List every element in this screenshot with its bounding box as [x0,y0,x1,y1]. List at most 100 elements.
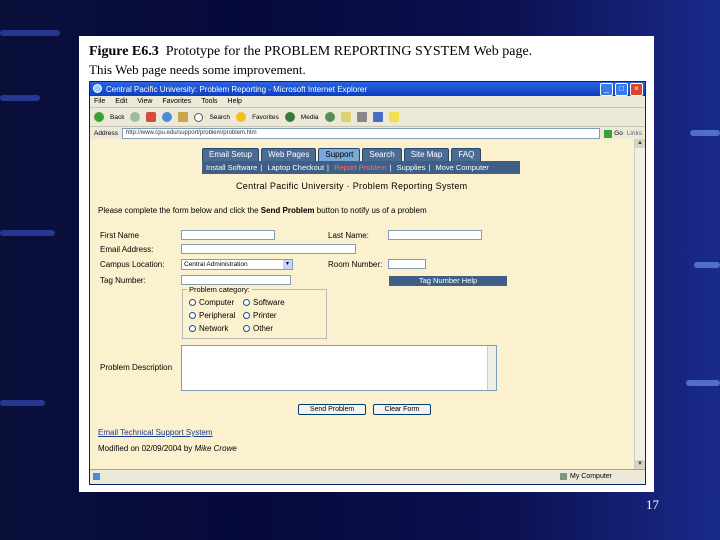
send-problem-button[interactable]: Send Problem [298,404,366,415]
address-input[interactable]: http://www.cpu.edu/support/problem/probl… [121,128,601,139]
problem-description-field[interactable] [181,345,497,391]
subnav-report-problem[interactable]: Report Problem [334,163,387,172]
window-controls: _ □ × [600,83,643,96]
menu-tools[interactable]: Tools [201,98,217,105]
page-status-icon [93,473,100,480]
close-button[interactable]: × [630,83,643,96]
site-subnav: Install Software | Laptop Checkout | Repor… [202,161,520,174]
site-nav-tabs: Email Setup Web Pages Support Search Sit… [202,148,483,161]
media-label[interactable]: Media [301,114,319,121]
home-icon[interactable] [178,112,189,122]
radio-label: Software [253,298,285,307]
radio-computer[interactable]: Computer [189,298,234,307]
page-scrollbar[interactable]: ▲ ▼ [634,139,645,469]
messenger-icon[interactable] [388,112,399,122]
scroll-down-icon[interactable]: ▼ [635,460,645,469]
last-name-field[interactable] [388,230,482,240]
back-label[interactable]: Back [110,114,124,121]
room-label: Room Number: [328,260,383,269]
tab-support[interactable]: Support [318,148,361,161]
address-label: Address [94,130,118,137]
room-field[interactable] [388,259,426,269]
menu-edit[interactable]: Edit [115,98,127,105]
radio-software[interactable]: Software [243,298,285,307]
history-icon[interactable] [324,112,335,122]
modified-author: Mike Crowe [194,444,237,453]
go-button[interactable]: Go [604,129,623,138]
figure-label: Figure E6.3 [89,44,159,59]
first-name-field[interactable] [181,230,275,240]
subnav-move-computer[interactable]: Move Computer [436,163,489,172]
radio-dot[interactable] [189,325,196,332]
description-label: Problem Description [100,363,173,372]
radio-label: Other [253,324,274,333]
slide-page-number: 17 [646,497,659,512]
search-icon[interactable] [194,112,204,122]
minimize-button[interactable]: _ [600,83,613,96]
scroll-up-icon[interactable]: ▲ [635,139,645,148]
email-field[interactable] [181,244,356,254]
radio-dot[interactable] [243,299,250,306]
subnav-supplies[interactable]: Supplies [397,163,426,172]
category-legend: Problem category: [187,285,252,294]
go-arrow-icon [604,129,613,138]
decorative-stripe [0,95,40,101]
chevron-down-icon[interactable]: ▾ [283,260,292,269]
refresh-icon[interactable] [162,112,173,122]
links-label[interactable]: Links [627,130,645,137]
radio-printer[interactable]: Printer [243,311,277,320]
radio-other[interactable]: Other [243,324,273,333]
menu-file[interactable]: File [94,98,105,105]
stop-icon[interactable] [146,112,157,122]
problem-category-group: Problem category: Computer Software Peri… [182,285,327,339]
search-label[interactable]: Search [209,114,230,121]
email-support-link[interactable]: Email Technical Support System [98,428,213,437]
tag-number-help-link[interactable]: Tag Number Help [389,276,507,286]
radio-dot[interactable] [189,299,196,306]
mail-icon[interactable] [340,112,351,122]
form-instructions: Please complete the form below and click… [98,206,427,215]
print-icon[interactable] [356,112,367,122]
favorites-icon[interactable] [236,112,247,122]
maximize-button[interactable]: □ [615,83,628,96]
radio-dot[interactable] [243,312,250,319]
menu-favorites[interactable]: Favorites [162,98,191,105]
radio-peripheral[interactable]: Peripheral [189,311,235,320]
tab-search[interactable]: Search [362,148,402,161]
email-label: Email Address: [100,245,154,254]
radio-network[interactable]: Network [189,324,228,333]
instructions-text-end: button to notify us of a problem [314,206,427,215]
radio-label: Network [199,324,229,333]
radio-label: Peripheral [199,311,236,320]
forward-icon[interactable] [130,112,141,122]
tag-label: Tag Number: [100,276,146,285]
status-bar: My Computer [90,469,645,484]
clear-form-button[interactable]: Clear Form [373,404,431,415]
radio-dot[interactable] [189,312,196,319]
browser-window: Central Pacific University: Problem Repo… [89,81,646,485]
campus-select[interactable]: Central Administration ▾ [181,259,293,270]
status-zone: My Computer [570,473,613,480]
instructions-text: Please complete the form below and click… [98,206,261,215]
subnav-install-software[interactable]: Install Software [206,163,257,172]
back-icon[interactable] [94,112,104,122]
media-icon[interactable] [284,112,295,122]
menu-help[interactable]: Help [228,98,242,105]
campus-label: Campus Location: [100,260,165,269]
tab-email-setup[interactable]: Email Setup [202,148,260,161]
tab-site-map[interactable]: Site Map [403,148,450,161]
menu-view[interactable]: View [137,98,152,105]
favorites-label[interactable]: Favorites [252,114,279,121]
toolbar: Back Search Favorites Media [90,108,645,127]
subnav-laptop-checkout[interactable]: Laptop Checkout [267,163,324,172]
edit-icon[interactable] [372,112,383,122]
radio-dot[interactable] [243,325,250,332]
tab-web-pages[interactable]: Web Pages [261,148,317,161]
instructions-bold: Send Problem [260,206,315,215]
tag-field[interactable] [181,275,291,285]
window-title: Central Pacific University: Problem Repo… [106,84,367,94]
tab-faq[interactable]: FAQ [451,148,482,161]
figure-title: Figure E6.3 Prototype for the PROBLEM RE… [89,44,532,60]
go-label: Go [614,130,623,137]
textarea-scrollbar[interactable] [487,346,496,390]
